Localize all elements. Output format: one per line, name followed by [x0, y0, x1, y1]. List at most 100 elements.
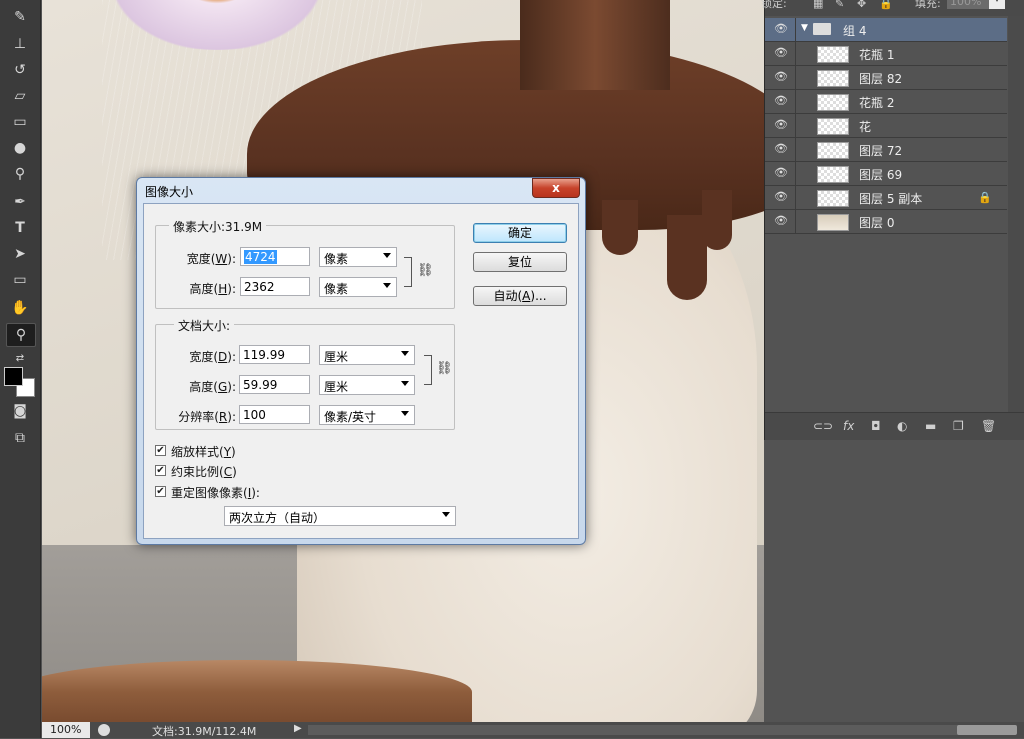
blur-tool-icon[interactable]: ● [6, 137, 34, 159]
new-layer-icon[interactable]: ❐ [953, 419, 964, 433]
hand-tool-icon[interactable]: ✋ [6, 297, 34, 319]
layer-thumbnail [817, 190, 849, 207]
folder-icon[interactable]: ▬ [925, 419, 936, 433]
brush-tool-icon[interactable]: ✎ [6, 6, 34, 28]
lock-all-icon[interactable]: 🔒 [879, 0, 893, 10]
document-height-value: 59.99 [243, 378, 278, 392]
quick-mask-icon[interactable]: ◙ [6, 400, 34, 422]
layer-row[interactable]: 👁 图层 69 [765, 162, 1007, 186]
eraser-tool-icon[interactable]: ▱ [6, 85, 34, 107]
horizontal-scrollbar-thumb[interactable] [957, 725, 1017, 735]
fx-icon[interactable]: fx [843, 419, 854, 433]
dialog-close-button[interactable]: x [532, 178, 580, 198]
lock-paint-icon[interactable]: ✎ [835, 0, 844, 10]
type-tool-icon[interactable]: T [6, 217, 34, 239]
clone-stamp-tool-icon[interactable]: ⊥ [6, 33, 34, 55]
pixel-height-label: 高度(H): [189, 282, 236, 296]
dodge-tool-icon[interactable]: ⚲ [6, 163, 34, 185]
layer-row[interactable]: 👁 花瓶 2 [765, 90, 1007, 114]
visibility-eye-icon[interactable]: 👁 [774, 215, 788, 227]
layer-row[interactable]: 👁 图层 82 [765, 66, 1007, 90]
pixel-width-input[interactable]: 4724 [240, 247, 310, 266]
layer-row[interactable]: 👁 花 [765, 114, 1007, 138]
tools-panel: ✎ ⊥ ↺ ▱ ▭ ● ⚲ ✒ T ➤ ▭ ✋ ⚲ ⇄ ◙ ⧉ [0, 0, 41, 738]
layers-panel: 锁定: ▦ ✎ ✥ 🔒 填充: 100% ▾ 👁 ▼ 组 4 👁 花瓶 1 👁 … [761, 0, 1024, 441]
pen-tool-icon[interactable]: ✒ [6, 191, 34, 213]
link-icon[interactable]: ⊂⊃ [813, 419, 833, 433]
pixel-height-unit-select[interactable]: 像素 [319, 277, 397, 297]
visibility-eye-icon[interactable]: 👁 [774, 167, 788, 179]
document-height-unit-select[interactable]: 厘米 [319, 375, 415, 395]
layer-lock-icon: 🔒 [978, 191, 992, 204]
document-height-label: 高度(G): [189, 380, 236, 394]
layer-thumbnail [817, 70, 849, 87]
layer-name: 图层 69 [859, 168, 903, 182]
layers-scrollbar[interactable] [1008, 16, 1024, 412]
trash-icon[interactable]: 🗑 [981, 419, 996, 433]
right-panel-empty-area [764, 440, 1024, 722]
ok-button[interactable]: 确定 [473, 223, 567, 243]
layer-row-group-4[interactable]: 👁 ▼ 组 4 [765, 18, 1007, 42]
gradient-tool-icon[interactable]: ▭ [6, 111, 34, 133]
document-width-unit: 厘米 [324, 350, 349, 364]
chevron-down-icon [383, 253, 391, 258]
lock-pixels-icon[interactable]: ▦ [813, 0, 823, 10]
layer-name: 图层 0 [859, 216, 895, 230]
pixel-height-input[interactable]: 2362 [240, 277, 310, 296]
horizontal-scrollbar-track[interactable] [308, 725, 988, 735]
adjustment-icon[interactable]: ◐ [897, 419, 907, 433]
pixel-width-unit-select[interactable]: 像素 [319, 247, 397, 267]
swap-colors-icon[interactable]: ⇄ [6, 347, 34, 369]
folder-icon [813, 23, 831, 35]
chevron-down-icon [401, 381, 409, 386]
layer-thumbnail [817, 214, 849, 231]
auto-button[interactable]: 自动(A)... [473, 286, 567, 306]
fill-input[interactable]: 100% [947, 0, 990, 9]
layer-thumbnail [817, 46, 849, 63]
group-expand-arrow-icon[interactable]: ▼ [801, 23, 808, 33]
layer-row[interactable]: 👁 花瓶 1 [765, 42, 1007, 66]
resample-method: 两次立方（自动） [229, 511, 326, 525]
layer-name: 花 [859, 120, 872, 134]
visibility-eye-icon[interactable]: 👁 [774, 191, 788, 203]
resample-checkbox[interactable]: ✔ [155, 486, 166, 497]
reset-button[interactable]: 复位 [473, 252, 567, 272]
path-selection-tool-icon[interactable]: ➤ [6, 243, 34, 265]
visibility-eye-icon[interactable]: 👁 [774, 47, 788, 59]
document-width-unit-select[interactable]: 厘米 [319, 345, 415, 365]
document-height-input[interactable]: 59.99 [239, 375, 310, 394]
constrain-proportions-checkbox[interactable]: ✔ [155, 465, 166, 476]
resolution-unit-select[interactable]: 像素/英寸 [319, 405, 415, 425]
visibility-eye-icon[interactable]: 👁 [774, 143, 788, 155]
fill-label: 填充: [915, 0, 941, 10]
screen-mode-icon[interactable]: ⧉ [6, 427, 34, 449]
mask-icon[interactable]: ◘ [871, 419, 881, 433]
zoom-level-field[interactable]: 100% [42, 722, 90, 738]
document-width-input[interactable]: 119.99 [239, 345, 310, 364]
visibility-eye-icon[interactable]: 👁 [774, 71, 788, 83]
resolution-label: 分辨率(R): [178, 410, 236, 424]
layer-row[interactable]: 👁 图层 0 [765, 210, 1007, 234]
constrain-proportions-label: 约束比例(C) [171, 465, 237, 479]
layers-footer: ⊂⊃ fx ◘ ◐ ▬ ❐ 🗑 [765, 412, 1024, 441]
history-brush-tool-icon[interactable]: ↺ [6, 59, 34, 81]
visibility-eye-icon[interactable]: 👁 [774, 119, 788, 131]
status-menu-arrow-icon[interactable]: ▶ [294, 723, 302, 734]
resolution-input[interactable]: 100 [239, 405, 310, 424]
zoom-tool-icon[interactable]: ⚲ [6, 323, 36, 347]
lock-move-icon[interactable]: ✥ [857, 0, 866, 10]
pixel-height-unit: 像素 [324, 282, 349, 296]
layer-row[interactable]: 👁 图层 5 副本 🔒 [765, 186, 1007, 210]
scale-styles-checkbox[interactable]: ✔ [155, 445, 166, 456]
status-info-icon[interactable] [98, 724, 110, 736]
chevron-down-icon [401, 411, 409, 416]
visibility-eye-icon[interactable]: 👁 [774, 95, 788, 107]
resample-method-select[interactable]: 两次立方（自动） [224, 506, 456, 526]
pixel-width-unit: 像素 [324, 252, 349, 266]
rectangle-tool-icon[interactable]: ▭ [6, 269, 34, 291]
foreground-color-swatch[interactable] [4, 367, 23, 386]
document-width-value: 119.99 [243, 348, 285, 362]
visibility-eye-icon[interactable]: 👁 [774, 23, 788, 35]
fill-dropdown-button[interactable]: ▾ [989, 0, 1005, 9]
layer-row[interactable]: 👁 图层 72 [765, 138, 1007, 162]
